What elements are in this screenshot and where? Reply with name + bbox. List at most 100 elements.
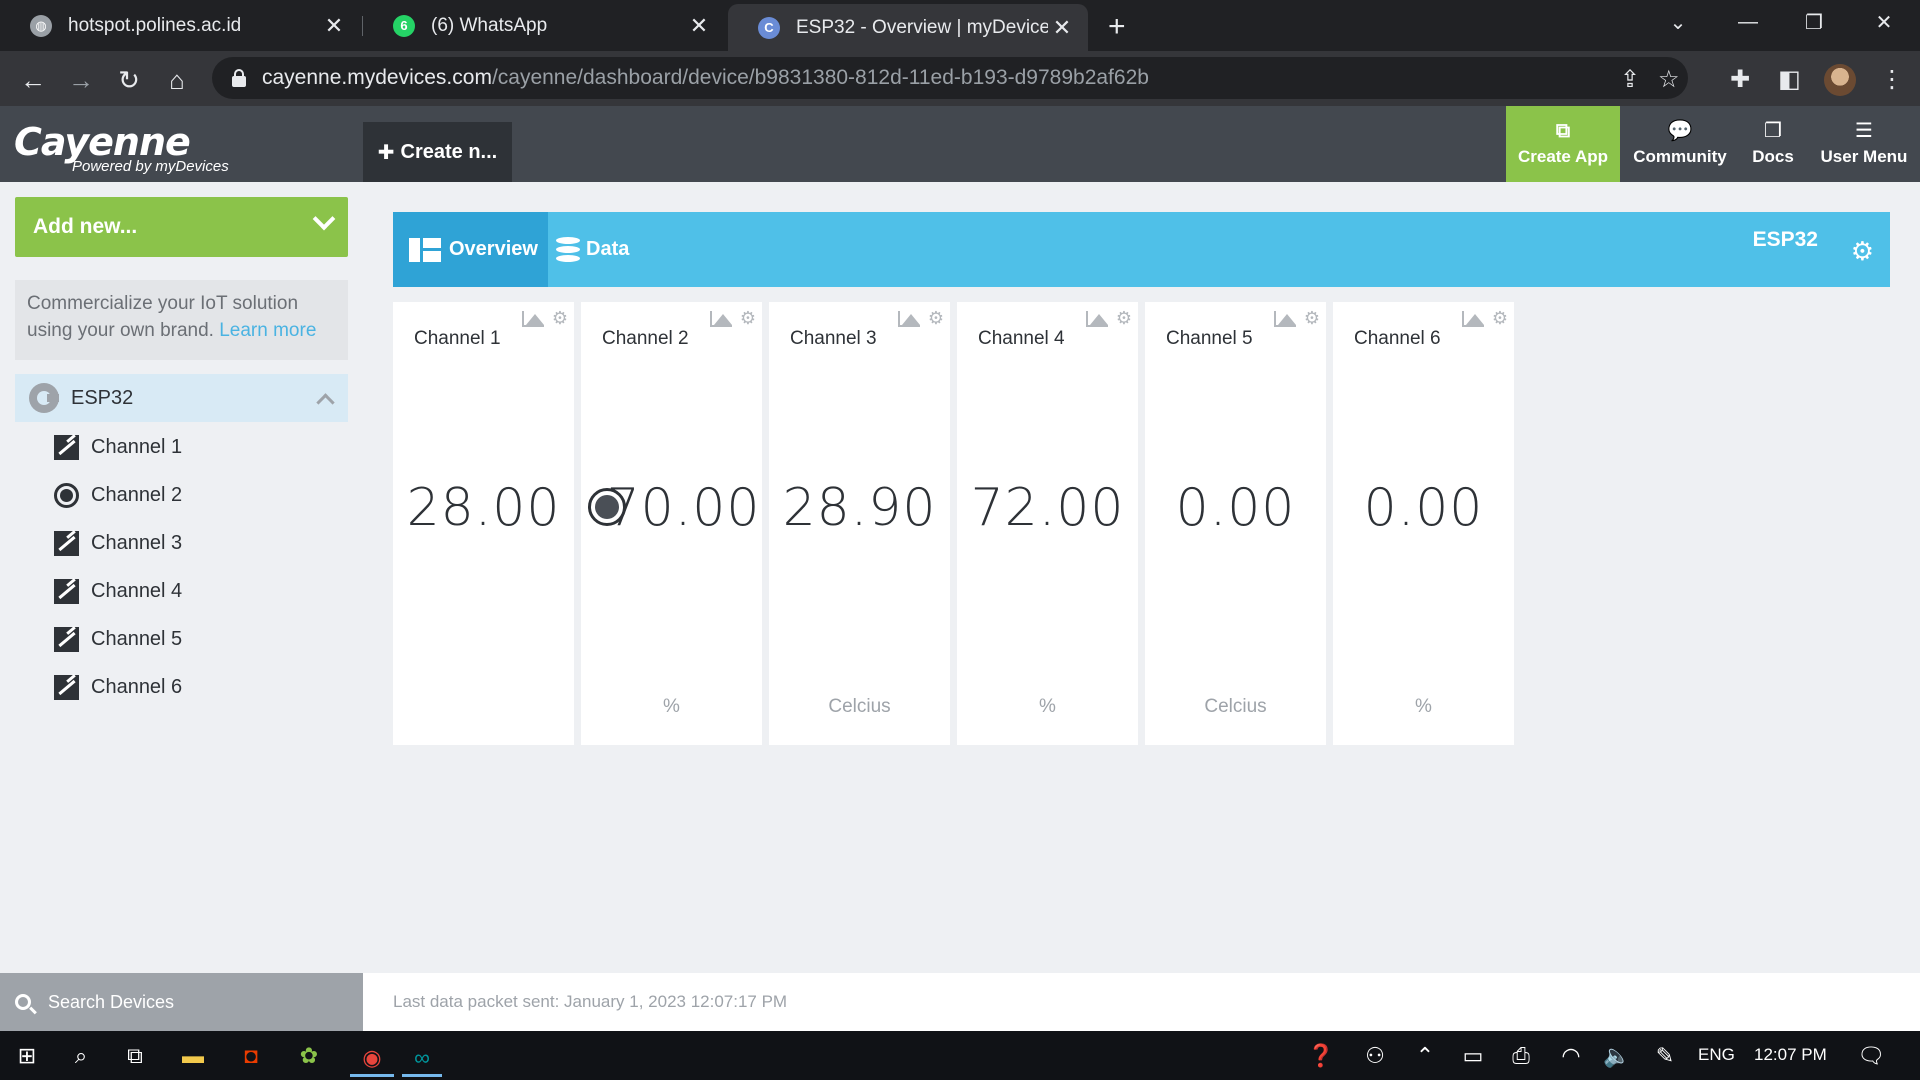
browser-tab-whatsapp[interactable]: 6 (6) WhatsApp ✕: [363, 0, 725, 51]
lock-icon[interactable]: [232, 69, 246, 87]
back-icon[interactable]: ←: [16, 63, 50, 97]
sidebar-item-channel-1[interactable]: Channel 1: [54, 432, 182, 462]
widget-unit: %: [663, 696, 680, 717]
browser-tab-esp32[interactable]: C ESP32 - Overview | myDevices Ca ✕: [728, 4, 1088, 51]
widget-card-channel-2[interactable]: Channel 2 ⚙ 70.00 %: [581, 302, 762, 745]
restore-icon[interactable]: ❐: [1784, 0, 1844, 44]
chevron-up-icon[interactable]: [316, 393, 335, 412]
whatsapp-icon: 6: [393, 14, 415, 37]
new-tab-button[interactable]: +: [1108, 10, 1126, 44]
close-icon[interactable]: ✕: [1048, 15, 1076, 41]
chart-icon[interactable]: [709, 310, 732, 327]
browser-toolbar: ← → ↻ ⌂ cayenne.mydevices.com/cayenne/da…: [0, 51, 1920, 106]
wifi-icon[interactable]: ◠: [1556, 1041, 1586, 1071]
minimize-icon[interactable]: —: [1718, 0, 1778, 44]
sidebar-item-channel-6[interactable]: Channel 6: [54, 672, 182, 702]
tab-overview[interactable]: Overview: [393, 212, 548, 287]
people-icon[interactable]: ⚇: [1360, 1041, 1390, 1071]
globe-icon: ◍: [30, 14, 52, 37]
battery-icon[interactable]: ▭: [1458, 1041, 1488, 1071]
sensor-icon: [54, 674, 79, 700]
chart-icon[interactable]: [1273, 310, 1296, 327]
window-close-icon[interactable]: ✕: [1854, 0, 1914, 44]
add-new-label: Add new...: [33, 215, 138, 238]
sidebar-item-channel-3[interactable]: Channel 3: [54, 528, 182, 558]
sidebar-device-esp32[interactable]: ESP32: [15, 374, 348, 422]
docs-button[interactable]: ❐ Docs: [1740, 106, 1806, 182]
forward-icon[interactable]: →: [64, 63, 98, 97]
notifications-icon[interactable]: 🗨: [1856, 1041, 1886, 1071]
widget-card-channel-6[interactable]: Channel 6 ⚙ 0.00 %: [1333, 302, 1514, 745]
widget-card-channel-5[interactable]: Channel 5 ⚙ 0.00 Celcius: [1145, 302, 1326, 745]
widget-card-channel-3[interactable]: Channel 3 ⚙ 28.90 Celcius: [769, 302, 950, 745]
pen-icon[interactable]: ✎: [1650, 1041, 1680, 1071]
create-app-button[interactable]: ⧉ Create App: [1506, 106, 1620, 182]
hamburger-icon: ☰: [1855, 120, 1873, 142]
create-new-button[interactable]: ✚ Create n...: [363, 122, 512, 182]
chart-icon[interactable]: [1461, 310, 1484, 327]
gear-icon[interactable]: ⚙: [740, 308, 756, 329]
gear-icon[interactable]: ⚙: [1492, 308, 1508, 329]
sidebar-item-channel-5[interactable]: Channel 5: [54, 624, 182, 654]
sidebar-item-label: Channel 2: [91, 483, 183, 506]
learn-more-link[interactable]: Learn more: [219, 320, 316, 341]
device-logo-icon: [29, 383, 59, 413]
office-icon[interactable]: ◘: [236, 1041, 266, 1071]
sidebar: Add new... Commercialize your IoT soluti…: [0, 182, 363, 973]
gear-icon[interactable]: ⚙: [928, 308, 944, 329]
star-icon[interactable]: ☆: [1658, 65, 1680, 94]
task-view-icon[interactable]: ⧉: [120, 1041, 150, 1071]
chart-icon[interactable]: [897, 310, 920, 327]
side-panel-icon[interactable]: ◧: [1778, 65, 1801, 94]
browser-menu-icon[interactable]: ⋮: [1880, 65, 1904, 94]
meet-now-icon[interactable]: ⎙: [1506, 1041, 1536, 1071]
chevron-up-icon[interactable]: ⌃: [1410, 1041, 1440, 1071]
search-devices[interactable]: Search Devices: [0, 973, 363, 1031]
volume-icon[interactable]: 🔈: [1602, 1041, 1632, 1071]
language-indicator[interactable]: ENG: [1698, 1045, 1735, 1065]
widget-card-channel-4[interactable]: Channel 4 ⚙ 72.00 %: [957, 302, 1138, 745]
widget-value: 28.90: [782, 478, 937, 538]
search-devices-label: Search Devices: [48, 991, 175, 1012]
chart-icon[interactable]: [1085, 310, 1108, 327]
gear-icon[interactable]: ⚙: [1116, 308, 1132, 329]
add-new-dropdown[interactable]: Add new...: [15, 197, 348, 257]
widget-card-channel-1[interactable]: Channel 1 ⚙ 28.00: [393, 302, 574, 745]
gear-icon[interactable]: ⚙: [552, 308, 568, 329]
sidebar-item-channel-4[interactable]: Channel 4: [54, 576, 182, 606]
windows-start-icon[interactable]: ⊞: [12, 1041, 42, 1071]
url-host: cayenne.mydevices.com: [262, 66, 492, 89]
community-label: Community: [1633, 147, 1727, 166]
user-menu-button[interactable]: ☰ User Menu: [1812, 106, 1916, 182]
community-button[interactable]: 💬 Community: [1620, 106, 1740, 182]
gear-icon[interactable]: ⚙: [1851, 238, 1874, 264]
help-icon[interactable]: ❓: [1306, 1041, 1336, 1071]
sidebar-item-channel-2[interactable]: Channel 2: [54, 480, 182, 510]
arduino-icon[interactable]: ∞: [402, 1041, 442, 1077]
chart-icon[interactable]: [521, 310, 544, 327]
home-icon[interactable]: ⌂: [160, 63, 194, 97]
app-icon[interactable]: ✿: [294, 1041, 324, 1071]
widget-title: Channel 3: [790, 328, 877, 349]
promo-box: Commercialize your IoT solution using yo…: [15, 280, 348, 360]
tab-search-icon[interactable]: ⌄: [1648, 0, 1708, 44]
browser-tab-hotspot[interactable]: ◍ hotspot.polines.ac.id ✕: [0, 0, 360, 51]
sidebar-item-label: Channel 3: [91, 531, 183, 554]
chrome-icon[interactable]: ◉: [350, 1041, 394, 1077]
user-menu-label: User Menu: [1820, 147, 1908, 166]
close-icon[interactable]: ✕: [320, 13, 348, 39]
sidebar-item-label: Channel 4: [91, 579, 183, 602]
search-icon[interactable]: ⌕: [66, 1041, 96, 1071]
gear-icon[interactable]: ⚙: [1304, 308, 1320, 329]
reload-icon[interactable]: ↻: [112, 63, 146, 97]
profile-avatar[interactable]: [1824, 64, 1856, 96]
close-icon[interactable]: ✕: [685, 13, 713, 39]
address-bar[interactable]: cayenne.mydevices.com/cayenne/dashboard/…: [212, 57, 1688, 99]
clock[interactable]: 12:07 PM: [1754, 1045, 1827, 1065]
widget-unit: %: [1039, 696, 1056, 717]
share-icon[interactable]: ⇪: [1620, 65, 1640, 94]
file-explorer-icon[interactable]: ▬: [178, 1041, 208, 1071]
tab-data[interactable]: Data: [548, 212, 648, 287]
sensor-icon: [54, 578, 79, 604]
extensions-icon[interactable]: ✚: [1730, 65, 1750, 94]
